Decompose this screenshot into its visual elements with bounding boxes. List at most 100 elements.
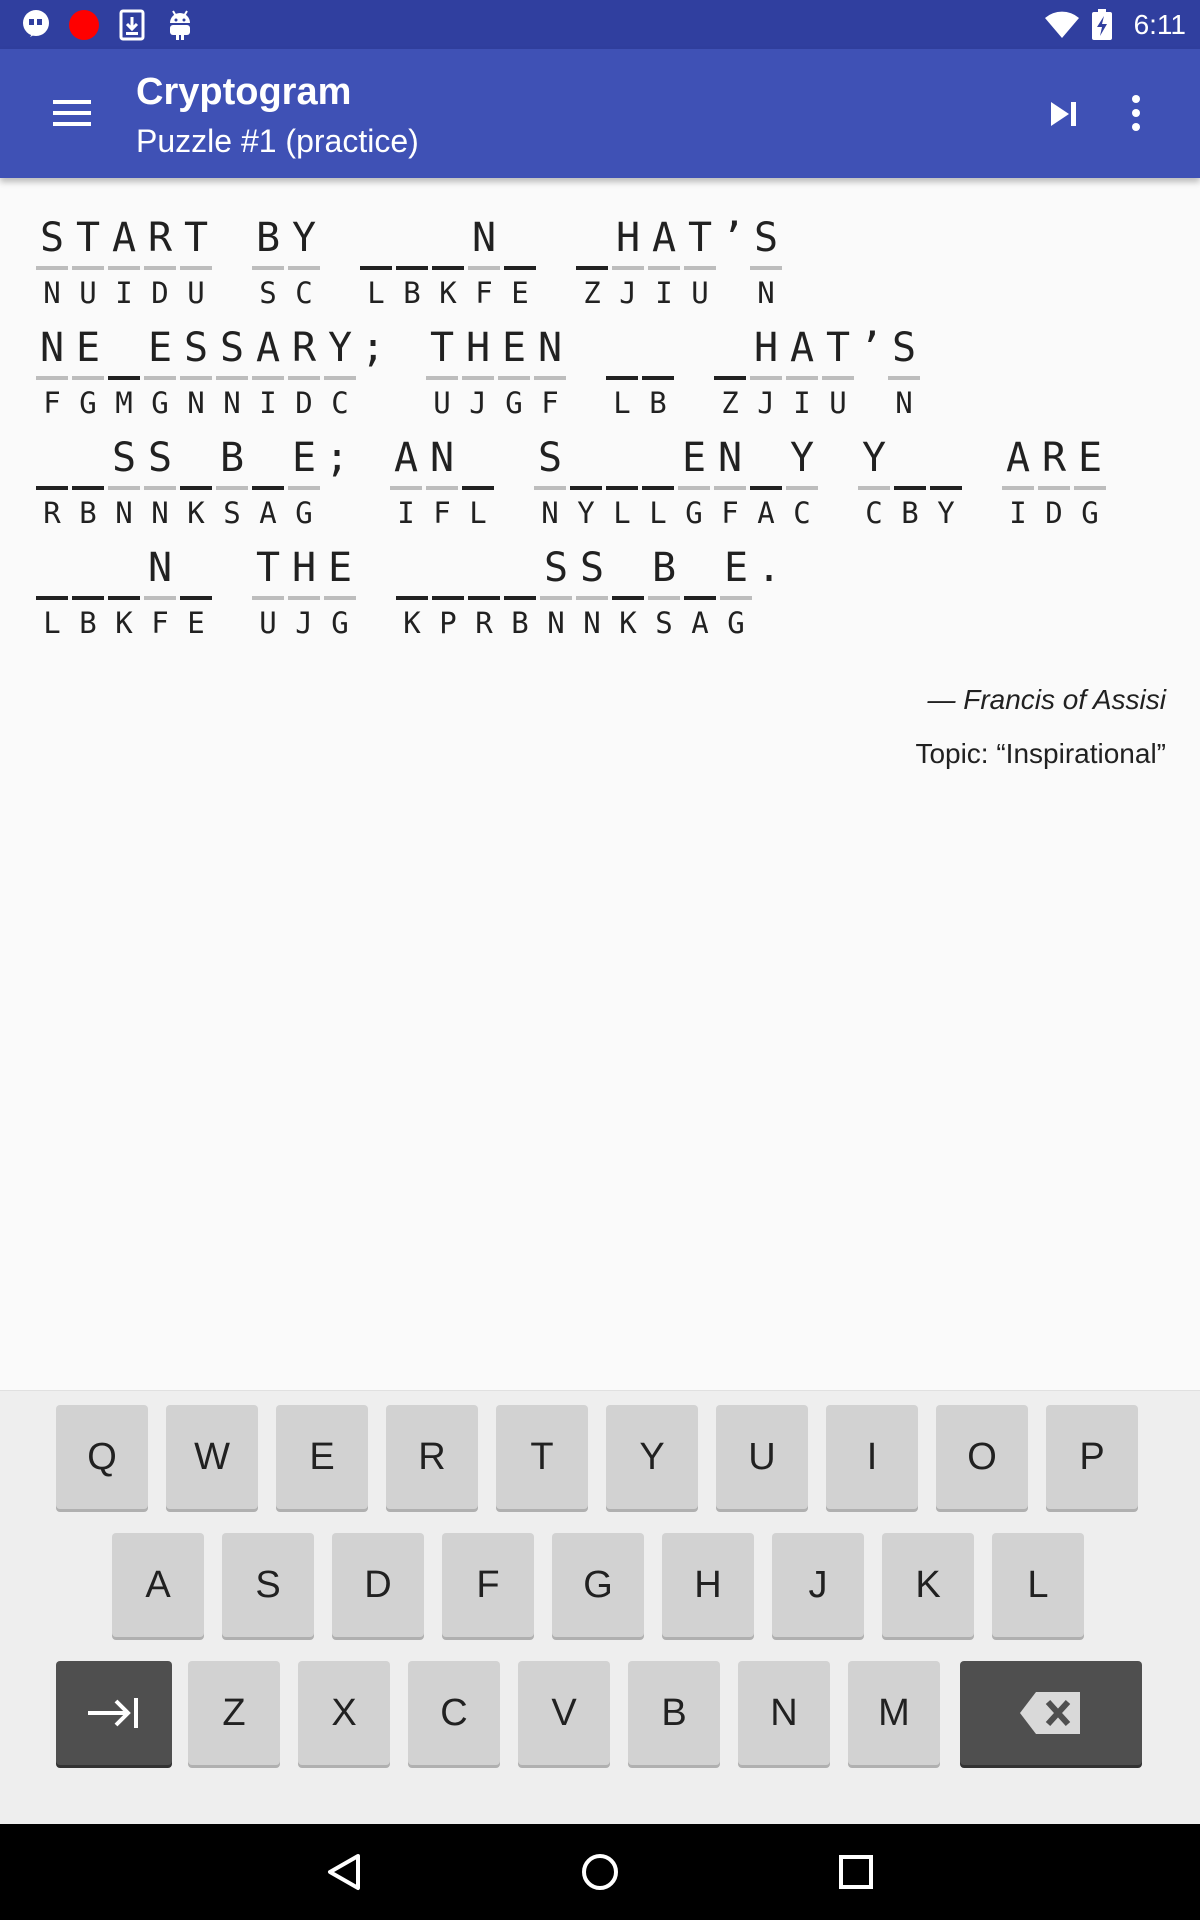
key-c[interactable]: C: [408, 1661, 500, 1765]
letter-cell[interactable]: K: [106, 540, 142, 650]
letter-cell[interactable]: BS: [250, 210, 286, 320]
letter-cell[interactable]: SN: [532, 430, 568, 540]
letter-cell[interactable]: TU: [178, 210, 214, 320]
letter-cell[interactable]: SN: [142, 430, 178, 540]
letter-cell[interactable]: BS: [646, 540, 682, 650]
letter-cell[interactable]: Y: [928, 430, 964, 540]
letter-cell[interactable]: SN: [538, 540, 574, 650]
letter-cell[interactable]: B: [70, 430, 106, 540]
letter-cell[interactable]: AI: [646, 210, 682, 320]
letter-cell[interactable]: SN: [574, 540, 610, 650]
key-t[interactable]: T: [496, 1405, 588, 1509]
letter-cell[interactable]: AI: [250, 320, 286, 430]
key-l[interactable]: L: [992, 1533, 1084, 1637]
letter-cell[interactable]: AI: [784, 320, 820, 430]
letter-cell[interactable]: EG: [1072, 430, 1108, 540]
letter-cell[interactable]: SN: [214, 320, 250, 430]
letter-cell[interactable]: RD: [142, 210, 178, 320]
key-v[interactable]: V: [518, 1661, 610, 1765]
letter-cell[interactable]: EG: [142, 320, 178, 430]
recents-icon[interactable]: [826, 1842, 886, 1902]
key-y[interactable]: Y: [606, 1405, 698, 1509]
letter-cell[interactable]: A: [682, 540, 718, 650]
key-n[interactable]: N: [738, 1661, 830, 1765]
letter-cell[interactable]: L: [604, 320, 640, 430]
letter-cell[interactable]: SN: [178, 320, 214, 430]
letter-cell[interactable]: Z: [574, 210, 610, 320]
letter-cell[interactable]: Y: [568, 430, 604, 540]
letter-cell[interactable]: YC: [322, 320, 358, 430]
key-m[interactable]: M: [848, 1661, 940, 1765]
letter-cell[interactable]: B: [892, 430, 928, 540]
letter-cell[interactable]: EG: [286, 430, 322, 540]
letter-cell[interactable]: R: [466, 540, 502, 650]
letter-cell[interactable]: BS: [214, 430, 250, 540]
letter-cell[interactable]: SN: [886, 320, 922, 430]
letter-cell[interactable]: YC: [856, 430, 892, 540]
letter-cell[interactable]: HJ: [748, 320, 784, 430]
key-d[interactable]: D: [332, 1533, 424, 1637]
letter-cell[interactable]: NF: [466, 210, 502, 320]
skip-next-icon[interactable]: [1036, 89, 1092, 139]
key-a[interactable]: A: [112, 1533, 204, 1637]
letter-cell[interactable]: L: [604, 430, 640, 540]
letter-cell[interactable]: AI: [106, 210, 142, 320]
letter-cell[interactable]: B: [394, 210, 430, 320]
letter-cell[interactable]: TU: [424, 320, 460, 430]
key-r[interactable]: R: [386, 1405, 478, 1509]
home-icon[interactable]: [570, 1842, 630, 1902]
back-icon[interactable]: [314, 1842, 374, 1902]
letter-cell[interactable]: NF: [712, 430, 748, 540]
key-e[interactable]: E: [276, 1405, 368, 1509]
letter-cell[interactable]: AI: [1000, 430, 1036, 540]
key-k[interactable]: K: [882, 1533, 974, 1637]
letter-cell[interactable]: RD: [286, 320, 322, 430]
key-o[interactable]: O: [936, 1405, 1028, 1509]
letter-cell[interactable]: EG: [718, 540, 754, 650]
letter-cell[interactable]: B: [640, 320, 676, 430]
letter-cell[interactable]: M: [106, 320, 142, 430]
letter-cell[interactable]: YC: [784, 430, 820, 540]
letter-cell[interactable]: TU: [682, 210, 718, 320]
tab-right-icon[interactable]: [56, 1661, 172, 1765]
key-w[interactable]: W: [166, 1405, 258, 1509]
letter-cell[interactable]: HJ: [286, 540, 322, 650]
letter-cell[interactable]: A: [250, 430, 286, 540]
letter-cell[interactable]: L: [358, 210, 394, 320]
letter-cell[interactable]: EG: [496, 320, 532, 430]
letter-cell[interactable]: HJ: [610, 210, 646, 320]
letter-cell[interactable]: TU: [820, 320, 856, 430]
key-x[interactable]: X: [298, 1661, 390, 1765]
letter-cell[interactable]: NF: [424, 430, 460, 540]
more-vert-icon[interactable]: [1108, 85, 1164, 141]
key-b[interactable]: B: [628, 1661, 720, 1765]
letter-cell[interactable]: NF: [34, 320, 70, 430]
letter-cell[interactable]: SN: [748, 210, 784, 320]
key-z[interactable]: Z: [188, 1661, 280, 1765]
letter-cell[interactable]: SN: [106, 430, 142, 540]
key-i[interactable]: I: [826, 1405, 918, 1509]
letter-cell[interactable]: K: [610, 540, 646, 650]
key-s[interactable]: S: [222, 1533, 314, 1637]
letter-cell[interactable]: R: [34, 430, 70, 540]
letter-cell[interactable]: L: [640, 430, 676, 540]
letter-cell[interactable]: K: [430, 210, 466, 320]
letter-cell[interactable]: B: [70, 540, 106, 650]
menu-icon[interactable]: [36, 85, 108, 141]
letter-cell[interactable]: EG: [70, 320, 106, 430]
backspace-icon[interactable]: [960, 1661, 1142, 1765]
letter-cell[interactable]: HJ: [460, 320, 496, 430]
letter-cell[interactable]: EG: [676, 430, 712, 540]
letter-cell[interactable]: AI: [388, 430, 424, 540]
key-h[interactable]: H: [662, 1533, 754, 1637]
letter-cell[interactable]: B: [502, 540, 538, 650]
letter-cell[interactable]: L: [460, 430, 496, 540]
letter-cell[interactable]: E: [178, 540, 214, 650]
letter-cell[interactable]: Z: [712, 320, 748, 430]
letter-cell[interactable]: YC: [286, 210, 322, 320]
key-q[interactable]: Q: [56, 1405, 148, 1509]
letter-cell[interactable]: TU: [250, 540, 286, 650]
letter-cell[interactable]: NF: [142, 540, 178, 650]
key-u[interactable]: U: [716, 1405, 808, 1509]
letter-cell[interactable]: NF: [532, 320, 568, 430]
